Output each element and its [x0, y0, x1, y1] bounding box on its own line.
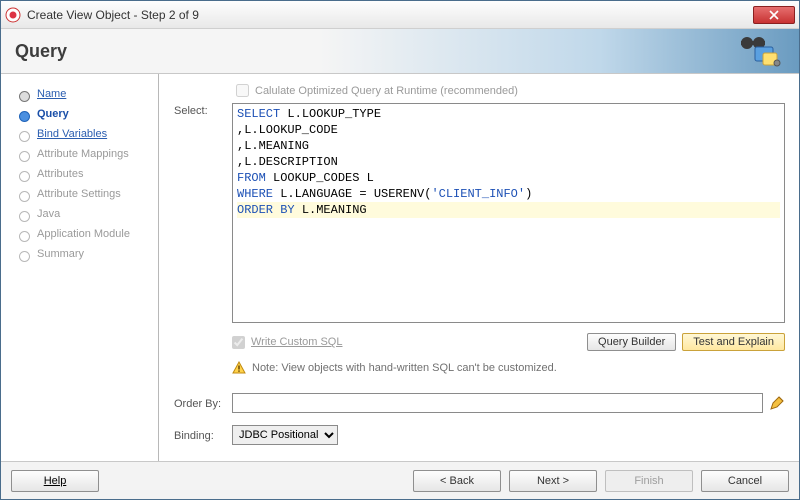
window-close-button[interactable]: [753, 6, 795, 24]
step-label: Attribute Mappings: [37, 148, 129, 160]
sql-kw: WHERE: [237, 187, 273, 201]
next-label: Next >: [537, 475, 569, 487]
body: Name Query Bind Variables Attribute Mapp…: [1, 74, 799, 461]
step-label: Summary: [37, 248, 84, 260]
step-bind-variables[interactable]: Bind Variables: [19, 124, 158, 144]
main-panel: Calulate Optimized Query at Runtime (rec…: [159, 74, 799, 461]
edit-icon[interactable]: [769, 395, 785, 411]
finish-button: Finish: [605, 470, 693, 492]
step-attribute-mappings: Attribute Mappings: [19, 144, 158, 164]
finish-label: Finish: [634, 475, 663, 487]
sql-text: L.MEANING: [295, 203, 367, 217]
select-label: Select:: [174, 103, 232, 117]
page-title: Query: [15, 41, 67, 62]
step-label: Application Module: [37, 228, 130, 240]
wizard-steps-sidebar: Name Query Bind Variables Attribute Mapp…: [1, 74, 159, 461]
sql-editor[interactable]: SELECT L.LOOKUP_TYPE ,L.LOOKUP_CODE ,L.M…: [232, 103, 785, 323]
banner: Query: [1, 29, 799, 74]
cancel-button[interactable]: Cancel: [701, 470, 789, 492]
help-label: Help: [44, 475, 67, 487]
select-row: Select: SELECT L.LOOKUP_TYPE ,L.LOOKUP_C…: [174, 103, 785, 323]
sql-text: ,L.LOOKUP_CODE: [237, 123, 338, 137]
step-label: Query: [37, 108, 69, 120]
step-attribute-settings: Attribute Settings: [19, 184, 158, 204]
close-icon: [769, 10, 779, 20]
step-label: Bind Variables: [37, 128, 107, 140]
step-label: Java: [37, 208, 60, 220]
sql-kw: BY: [280, 203, 294, 217]
window-title: Create View Object - Step 2 of 9: [27, 8, 753, 22]
binding-select[interactable]: JDBC Positional: [232, 425, 338, 445]
sql-text: L.LOOKUP_TYPE: [280, 107, 381, 121]
step-attributes: Attributes: [19, 164, 158, 184]
sql-text: ,L.MEANING: [237, 139, 309, 153]
note-row: Note: View objects with hand-written SQL…: [232, 361, 785, 375]
write-custom-row: Write Custom SQL Query Builder Test and …: [232, 333, 785, 351]
sql-kw: ORDER: [237, 203, 273, 217]
step-name[interactable]: Name: [19, 84, 158, 104]
write-custom-sql-checkbox: [232, 336, 245, 349]
sql-kw: FROM: [237, 171, 266, 185]
step-application-module: Application Module: [19, 224, 158, 244]
optimize-query-label: Calulate Optimized Query at Runtime (rec…: [255, 85, 518, 97]
sql-text: ,L.DESCRIPTION: [237, 155, 338, 169]
back-button[interactable]: < Back: [413, 470, 501, 492]
sql-text: LOOKUP_CODES L: [266, 171, 374, 185]
optimize-query-checkbox: [236, 84, 249, 97]
help-button[interactable]: Help: [11, 470, 99, 492]
footer: Help < Back Next > Finish Cancel: [1, 461, 799, 499]
binding-row: Binding: JDBC Positional: [174, 425, 785, 445]
next-button[interactable]: Next >: [509, 470, 597, 492]
step-summary: Summary: [19, 244, 158, 264]
titlebar[interactable]: Create View Object - Step 2 of 9: [1, 1, 799, 29]
step-query[interactable]: Query: [19, 104, 158, 124]
back-label: < Back: [440, 475, 474, 487]
optimize-query-row: Calulate Optimized Query at Runtime (rec…: [236, 84, 785, 97]
app-icon: [5, 7, 21, 23]
binding-label: Binding:: [174, 428, 232, 442]
step-label: Attribute Settings: [37, 188, 121, 200]
sql-string: 'CLIENT_INFO': [431, 187, 525, 201]
orderby-label: Order By:: [174, 396, 232, 410]
warning-icon: [232, 361, 246, 375]
step-label: Name: [37, 88, 66, 100]
dialog-window: Create View Object - Step 2 of 9 Query N…: [0, 0, 800, 500]
sql-text: ): [525, 187, 532, 201]
sql-kw: SELECT: [237, 107, 280, 121]
step-label: Attributes: [37, 168, 83, 180]
test-and-explain-button[interactable]: Test and Explain: [682, 333, 785, 351]
sql-text: L.LANGUAGE = USERENV(: [273, 187, 431, 201]
wizard-icon: [735, 33, 781, 69]
write-custom-sql-label: Write Custom SQL: [251, 336, 343, 348]
cancel-label: Cancel: [728, 475, 762, 487]
note-text: Note: View objects with hand-written SQL…: [252, 362, 557, 374]
query-builder-button[interactable]: Query Builder: [587, 333, 676, 351]
orderby-row: Order By:: [174, 393, 785, 413]
step-java: Java: [19, 204, 158, 224]
orderby-input[interactable]: [232, 393, 763, 413]
